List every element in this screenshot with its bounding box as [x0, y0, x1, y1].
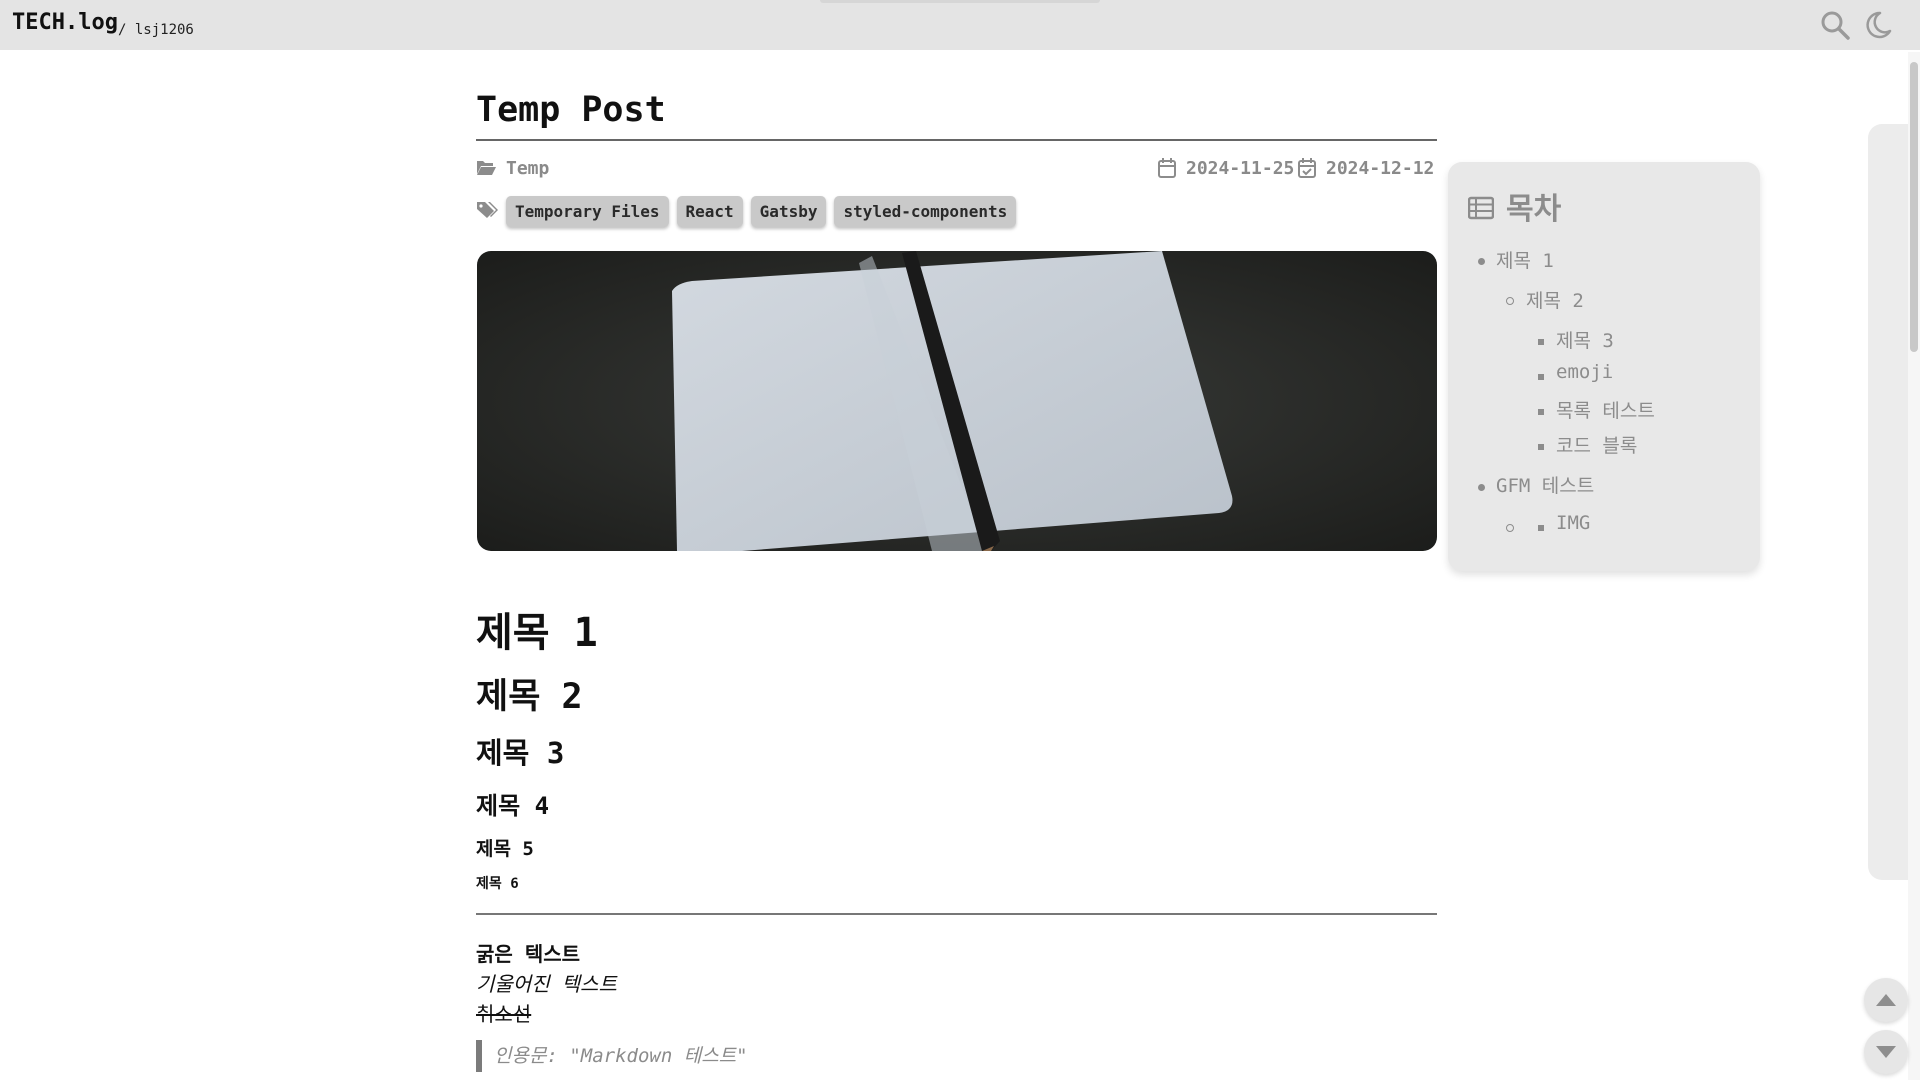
- search-icon[interactable]: [1820, 10, 1850, 40]
- toc-bullet: [1538, 339, 1544, 345]
- toc-bullet: [1538, 374, 1544, 380]
- folder-open-icon: [477, 161, 496, 175]
- site-logo[interactable]: TECH.log: [12, 10, 118, 35]
- tag-list: Temporary Files React Gatsby styled-comp…: [506, 196, 1017, 227]
- scrollbar-thumb[interactable]: [1910, 62, 1918, 352]
- toc-bullet: [1478, 484, 1485, 491]
- tag-chip[interactable]: React: [676, 196, 743, 227]
- toc-item[interactable]: 제목 2: [1526, 286, 1584, 313]
- toc-item[interactable]: IMG: [1556, 512, 1590, 534]
- category-link[interactable]: Temp: [506, 158, 549, 179]
- toc-item[interactable]: 제목 3: [1556, 326, 1614, 353]
- caret-down-icon: [1876, 1046, 1896, 1058]
- content-heading-4: 제목 4: [476, 792, 550, 820]
- toc-item[interactable]: emoji: [1556, 361, 1613, 383]
- table-of-contents: 목차 제목 1 제목 2 제목 3 emoji 목록 테스트 코드 블록 GFM…: [1448, 162, 1760, 571]
- italic-text: 기울어진 텍스트: [476, 972, 617, 996]
- toc-bullet: [1538, 409, 1544, 415]
- toc-item[interactable]: GFM 테스트: [1496, 471, 1594, 498]
- toc-item[interactable]: 제목 1: [1496, 246, 1554, 273]
- tag-chip[interactable]: styled-components: [834, 196, 1017, 227]
- content-heading-2: 제목 2: [476, 677, 583, 717]
- top-header: TECH.log / lsj1206: [0, 0, 1920, 50]
- post-thumbnail: [477, 251, 1437, 551]
- toc-item[interactable]: 목록 테스트: [1556, 396, 1655, 423]
- toc-bullet: [1538, 444, 1544, 450]
- toc-title: 목차: [1506, 192, 1562, 227]
- created-date: 2024-11-25: [1186, 158, 1295, 179]
- content-heading-3: 제목 3: [476, 736, 565, 770]
- tag-chip[interactable]: Temporary Files: [506, 196, 669, 227]
- content-heading-6: 제목 6: [476, 876, 519, 892]
- calendar-check-icon: [1298, 158, 1316, 178]
- scroll-bottom-button[interactable]: [1864, 1030, 1908, 1074]
- list-icon: [1468, 196, 1494, 220]
- strikethrough-text: 취소선: [476, 1002, 532, 1026]
- toc-bullet: [1478, 258, 1485, 265]
- site-username: / lsj1206: [118, 22, 194, 38]
- tags-icon: [477, 202, 498, 218]
- content-divider: [476, 913, 1437, 915]
- header-tab-shadow: [820, 0, 1100, 3]
- updated-date: 2024-12-12: [1326, 158, 1435, 179]
- blockquote: 인용문: "Markdown 테스트": [476, 1040, 748, 1072]
- caret-up-icon: [1876, 994, 1896, 1006]
- content-heading-5: 제목 5: [476, 838, 534, 860]
- scroll-top-button[interactable]: [1864, 978, 1908, 1022]
- calendar-icon: [1158, 158, 1176, 178]
- toc-bullet: [1506, 297, 1514, 305]
- content-heading-1: 제목 1: [476, 610, 598, 656]
- moon-icon[interactable]: [1863, 10, 1893, 40]
- toc-bullet: [1506, 524, 1514, 532]
- tag-chip[interactable]: Gatsby: [750, 196, 827, 227]
- post-title: Temp Post: [476, 90, 666, 130]
- bold-text: 굵은 텍스트: [476, 942, 581, 966]
- toc-bullet: [1538, 525, 1544, 531]
- toc-item[interactable]: 코드 블록: [1556, 431, 1637, 458]
- title-divider: [476, 139, 1437, 141]
